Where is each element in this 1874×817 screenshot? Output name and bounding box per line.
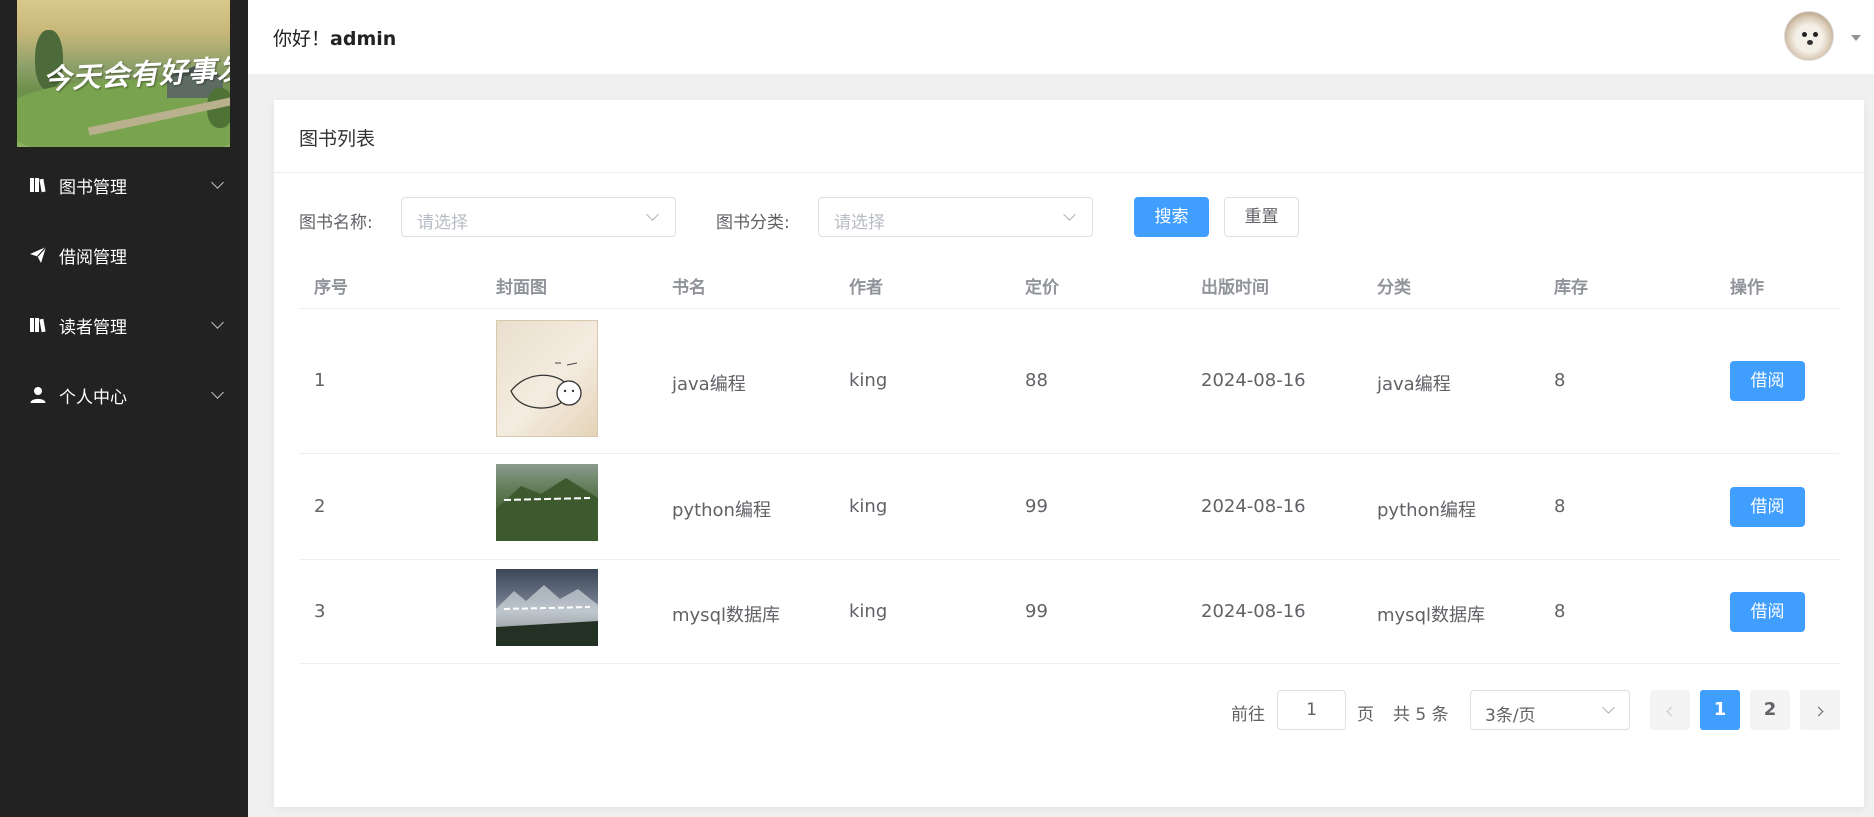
cell-title: mysql数据库	[672, 605, 780, 626]
cell-category: mysql数据库	[1377, 605, 1485, 626]
sidebar-item-label: 借阅管理	[59, 247, 127, 268]
user-icon	[30, 387, 46, 403]
book-cover-image	[496, 464, 598, 541]
reset-button[interactable]: 重置	[1224, 197, 1299, 237]
cell-stock: 8	[1554, 370, 1566, 391]
cell-title: java编程	[672, 374, 746, 395]
divider	[299, 453, 1839, 454]
cell-stock: 8	[1554, 601, 1566, 622]
chevron-down-icon	[211, 386, 224, 399]
goto-page-input[interactable]: 1	[1277, 690, 1346, 730]
column-header-title: 书名	[672, 278, 706, 298]
cell-index: 2	[314, 496, 326, 517]
divider	[299, 663, 1839, 664]
select-placeholder: 请选择	[417, 213, 468, 233]
sidebar-item-personal-center[interactable]: 个人中心	[0, 360, 248, 430]
cell-publish-date: 2024-08-16	[1201, 496, 1306, 517]
book-cover-image	[496, 320, 598, 437]
caret-down-icon[interactable]	[1851, 35, 1861, 41]
user-avatar[interactable]	[1784, 11, 1834, 61]
prev-page-button[interactable]	[1650, 690, 1690, 730]
chevron-down-icon	[211, 176, 224, 189]
column-header-index: 序号	[314, 278, 348, 298]
column-header-author: 作者	[849, 278, 883, 298]
chevron-right-icon	[1813, 706, 1824, 717]
chevron-down-icon	[646, 208, 659, 221]
book-name-select[interactable]: 请选择	[401, 197, 676, 237]
borrow-button[interactable]: 借阅	[1730, 592, 1805, 632]
borrow-button[interactable]: 借阅	[1730, 487, 1805, 527]
search-button[interactable]: 搜索	[1134, 197, 1209, 237]
goto-label: 前往	[1231, 705, 1265, 725]
cell-stock: 8	[1554, 496, 1566, 517]
page-button-2[interactable]: 2	[1750, 690, 1790, 730]
sidebar-item-label: 个人中心	[59, 387, 127, 408]
sidebar-item-book-management[interactable]: 图书管理	[0, 150, 248, 220]
cell-author: king	[849, 496, 888, 517]
sidebar-item-label: 图书管理	[59, 177, 127, 198]
column-header-category: 分类	[1377, 278, 1411, 298]
next-page-button[interactable]	[1800, 690, 1840, 730]
chevron-down-icon	[1063, 208, 1076, 221]
cell-price: 99	[1025, 496, 1048, 517]
column-header-cover: 封面图	[496, 278, 547, 298]
username: admin	[330, 28, 397, 50]
page-button-1[interactable]: 1	[1700, 690, 1740, 730]
cell-index: 3	[314, 601, 326, 622]
page-title: 图书列表	[299, 128, 376, 150]
cell-index: 1	[314, 370, 326, 391]
cell-author: king	[849, 601, 888, 622]
books-icon	[30, 318, 46, 333]
cell-category: python编程	[1377, 500, 1476, 521]
page-size-select[interactable]: 3条/页	[1470, 690, 1630, 730]
total-count: 共 5 条	[1393, 705, 1449, 725]
column-header-price: 定价	[1025, 278, 1059, 298]
paper-plane-icon	[30, 246, 47, 263]
divider	[299, 308, 1839, 309]
cell-price: 88	[1025, 370, 1048, 391]
top-header: 你好！admin	[248, 0, 1874, 74]
book-category-label: 图书分类:	[716, 213, 790, 233]
borrow-button[interactable]: 借阅	[1730, 361, 1805, 401]
sidebar-menu: 图书管理 借阅管理 读者管理 个人中心	[0, 150, 248, 430]
cell-publish-date: 2024-08-16	[1201, 370, 1306, 391]
sidebar-item-borrow-management[interactable]: 借阅管理	[0, 220, 248, 290]
book-name-label: 图书名称:	[299, 213, 373, 233]
cell-author: king	[849, 370, 888, 391]
cell-price: 99	[1025, 601, 1048, 622]
cell-publish-date: 2024-08-16	[1201, 601, 1306, 622]
chevron-left-icon	[1666, 706, 1677, 717]
books-icon	[30, 178, 46, 193]
logo-image: 今天会有好事发生	[17, 0, 230, 147]
chevron-down-icon	[211, 316, 224, 329]
divider	[274, 172, 1864, 173]
column-header-actions: 操作	[1730, 278, 1764, 298]
page-unit-label: 页	[1357, 705, 1374, 725]
column-header-stock: 库存	[1554, 278, 1588, 298]
page-size-value: 3条/页	[1485, 706, 1536, 726]
sidebar: 今天会有好事发生 图书管理 借阅管理 读者管理 个人中心	[0, 0, 248, 817]
column-header-publish-date: 出版时间	[1201, 278, 1269, 298]
sidebar-item-reader-management[interactable]: 读者管理	[0, 290, 248, 360]
cell-title: python编程	[672, 500, 771, 521]
book-list-card: 图书列表 图书名称: 请选择 图书分类: 请选择 搜索 重置 序号 封面图 书名…	[274, 100, 1864, 807]
book-cover-image	[496, 569, 598, 646]
sidebar-item-label: 读者管理	[59, 317, 127, 338]
chevron-down-icon	[1602, 701, 1615, 714]
cell-category: java编程	[1377, 374, 1451, 395]
divider	[299, 559, 1839, 560]
select-placeholder: 请选择	[834, 213, 885, 233]
greeting: 你好！admin	[273, 28, 397, 50]
book-category-select[interactable]: 请选择	[818, 197, 1093, 237]
